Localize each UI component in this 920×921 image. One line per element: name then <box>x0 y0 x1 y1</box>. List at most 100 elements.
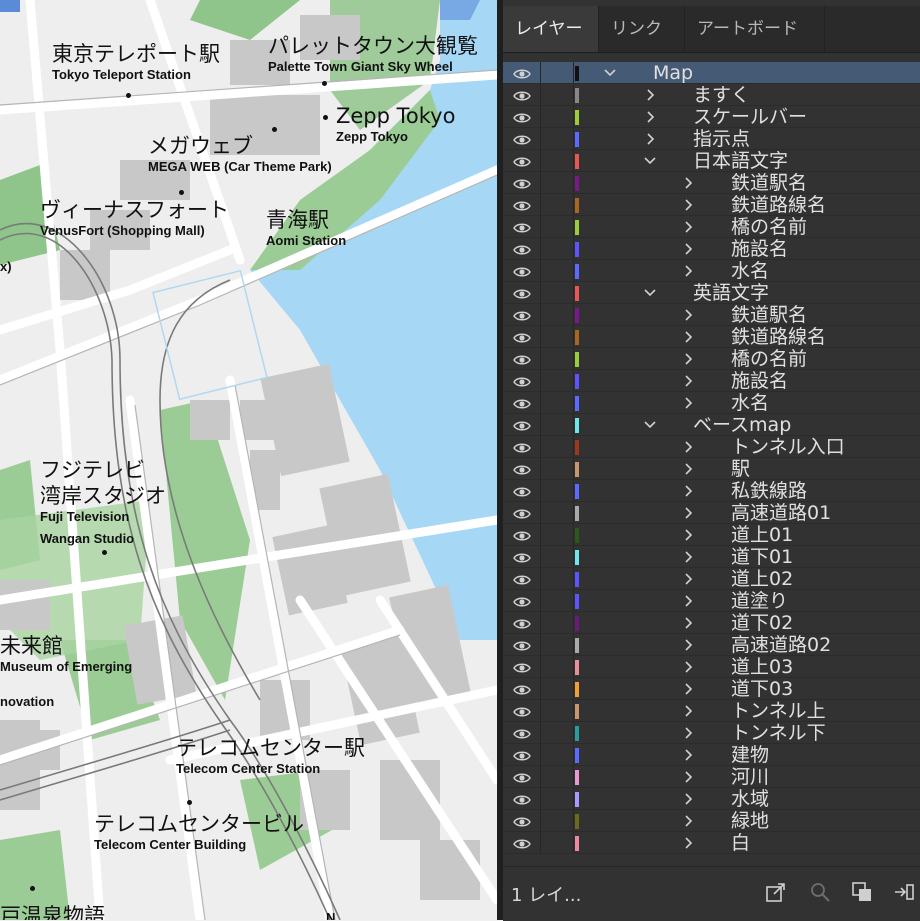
layer-row[interactable]: 水名 <box>503 392 920 414</box>
visibility-eye-icon[interactable] <box>513 220 531 234</box>
layer-name[interactable]: 水名 <box>731 392 769 414</box>
layer-name[interactable]: 私鉄線路 <box>731 480 807 502</box>
layer-row[interactable]: 道上02 <box>503 568 920 590</box>
layer-name[interactable]: 道下01 <box>731 546 793 568</box>
chevron-right-icon[interactable] <box>643 85 657 105</box>
layer-name[interactable]: ベースmap <box>693 414 791 436</box>
visibility-eye-icon[interactable] <box>513 638 531 652</box>
layer-name[interactable]: 橋の名前 <box>731 348 807 370</box>
chevron-right-icon[interactable] <box>681 327 695 347</box>
chevron-down-icon[interactable] <box>643 151 657 171</box>
layer-name[interactable]: 橋の名前 <box>731 216 807 238</box>
layer-row[interactable]: 白 <box>503 832 920 854</box>
layer-list[interactable]: Map ますく スケールバー 指示点 日本語文字 鉄道駅名 鉄道路線名 橋の名前 施設名 水名 英語… <box>503 62 920 860</box>
layer-row[interactable]: 施設名 <box>503 238 920 260</box>
layer-name[interactable]: 鉄道駅名 <box>731 304 807 326</box>
layer-name[interactable]: 鉄道路線名 <box>731 326 826 348</box>
layer-name[interactable]: Map <box>653 62 693 84</box>
visibility-eye-icon[interactable] <box>513 418 531 432</box>
visibility-eye-icon[interactable] <box>513 286 531 300</box>
layer-row[interactable]: 道下01 <box>503 546 920 568</box>
layer-row[interactable]: 施設名 <box>503 370 920 392</box>
chevron-right-icon[interactable] <box>681 591 695 611</box>
visibility-eye-icon[interactable] <box>513 836 531 850</box>
chevron-right-icon[interactable] <box>681 261 695 281</box>
layer-name[interactable]: 緑地 <box>731 810 769 832</box>
layer-name[interactable]: 施設名 <box>731 238 788 260</box>
visibility-eye-icon[interactable] <box>513 484 531 498</box>
visibility-eye-icon[interactable] <box>513 308 531 322</box>
layer-name[interactable]: トンネル入口 <box>731 436 845 458</box>
layer-row[interactable]: トンネル下 <box>503 722 920 744</box>
chevron-right-icon[interactable] <box>681 613 695 633</box>
layer-name[interactable]: 高速道路02 <box>731 634 831 656</box>
chevron-right-icon[interactable] <box>681 195 695 215</box>
layer-row[interactable]: 道下02 <box>503 612 920 634</box>
visibility-eye-icon[interactable] <box>513 506 531 520</box>
visibility-eye-icon[interactable] <box>513 396 531 410</box>
visibility-eye-icon[interactable] <box>513 550 531 564</box>
visibility-eye-icon[interactable] <box>513 572 531 586</box>
chevron-right-icon[interactable] <box>681 745 695 765</box>
layer-name[interactable]: 高速道路01 <box>731 502 831 524</box>
layer-row[interactable]: 駅 <box>503 458 920 480</box>
layer-name[interactable]: 鉄道駅名 <box>731 172 807 194</box>
visibility-eye-icon[interactable] <box>513 616 531 630</box>
layer-row[interactable]: 橋の名前 <box>503 216 920 238</box>
chevron-down-icon[interactable] <box>643 283 657 303</box>
chevron-right-icon[interactable] <box>681 503 695 523</box>
tab-artboards[interactable]: アートボード <box>685 6 825 52</box>
chevron-right-icon[interactable] <box>681 789 695 809</box>
visibility-eye-icon[interactable] <box>513 132 531 146</box>
chevron-right-icon[interactable] <box>681 547 695 567</box>
layer-name[interactable]: 白 <box>731 832 750 854</box>
chevron-right-icon[interactable] <box>643 129 657 149</box>
chevron-right-icon[interactable] <box>643 107 657 127</box>
chevron-right-icon[interactable] <box>681 635 695 655</box>
chevron-right-icon[interactable] <box>681 811 695 831</box>
layer-row[interactable]: トンネル入口 <box>503 436 920 458</box>
layer-row[interactable]: 道下03 <box>503 678 920 700</box>
visibility-eye-icon[interactable] <box>513 726 531 740</box>
search-icon[interactable] <box>809 881 831 903</box>
layer-name[interactable]: 施設名 <box>731 370 788 392</box>
visibility-eye-icon[interactable] <box>513 660 531 674</box>
visibility-eye-icon[interactable] <box>513 198 531 212</box>
layer-name[interactable]: 道上01 <box>731 524 793 546</box>
chevron-right-icon[interactable] <box>681 657 695 677</box>
visibility-eye-icon[interactable] <box>513 814 531 828</box>
chevron-right-icon[interactable] <box>681 393 695 413</box>
layer-row[interactable]: 鉄道駅名 <box>503 304 920 326</box>
layer-row[interactable]: トンネル上 <box>503 700 920 722</box>
chevron-down-icon[interactable] <box>603 63 617 83</box>
layer-row[interactable]: 河川 <box>503 766 920 788</box>
layer-name[interactable]: 道上03 <box>731 656 793 678</box>
visibility-eye-icon[interactable] <box>513 88 531 102</box>
layer-row[interactable]: 指示点 <box>503 128 920 150</box>
layer-name[interactable]: 道塗り <box>731 590 788 612</box>
visibility-eye-icon[interactable] <box>513 462 531 476</box>
layer-name[interactable]: 鉄道路線名 <box>731 194 826 216</box>
chevron-right-icon[interactable] <box>681 679 695 699</box>
chevron-down-icon[interactable] <box>643 415 657 435</box>
visibility-eye-icon[interactable] <box>513 264 531 278</box>
chevron-right-icon[interactable] <box>681 767 695 787</box>
chevron-right-icon[interactable] <box>681 723 695 743</box>
chevron-right-icon[interactable] <box>681 371 695 391</box>
chevron-right-icon[interactable] <box>681 239 695 259</box>
layer-name[interactable]: 英語文字 <box>693 282 769 304</box>
layer-row[interactable]: 水域 <box>503 788 920 810</box>
layer-row[interactable]: 道塗り <box>503 590 920 612</box>
visibility-eye-icon[interactable] <box>513 66 531 80</box>
layer-row[interactable]: 水名 <box>503 260 920 282</box>
visibility-eye-icon[interactable] <box>513 352 531 366</box>
layer-row[interactable]: 鉄道路線名 <box>503 326 920 348</box>
chevron-right-icon[interactable] <box>681 833 695 853</box>
layer-row[interactable]: ますく <box>503 84 920 106</box>
tab-links[interactable]: リンク <box>599 6 685 52</box>
visibility-eye-icon[interactable] <box>513 704 531 718</box>
layer-name[interactable]: 水域 <box>731 788 769 810</box>
visibility-eye-icon[interactable] <box>513 330 531 344</box>
layer-row[interactable]: 鉄道駅名 <box>503 172 920 194</box>
layer-row[interactable]: ベースmap <box>503 414 920 436</box>
